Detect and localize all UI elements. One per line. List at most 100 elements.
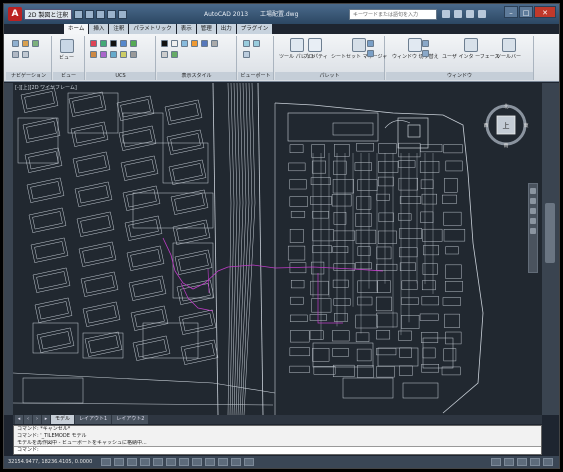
help-icon[interactable]: [478, 10, 486, 18]
new-file-icon[interactable]: [74, 9, 84, 19]
cad-line: [401, 280, 418, 290]
star-icon[interactable]: [466, 10, 474, 18]
tile-horizontal-icon[interactable]: [422, 40, 429, 47]
ucs-icon[interactable]: [90, 40, 97, 47]
viewport-named-icon[interactable]: [243, 51, 250, 58]
showmotion-icon[interactable]: [22, 51, 29, 58]
cad-line: [289, 179, 307, 190]
tile-vertical-icon[interactable]: [422, 50, 429, 57]
ducs-toggle[interactable]: [192, 458, 203, 466]
user-interface-button[interactable]: ユーザ インタ ーフェース: [442, 38, 500, 60]
binoculars-icon[interactable]: [442, 10, 450, 18]
search-input[interactable]: キーワードまたは語句を入力: [349, 9, 437, 20]
realistic-icon[interactable]: [191, 40, 198, 47]
osnap-toggle[interactable]: [166, 458, 177, 466]
wireframe-icon[interactable]: [171, 40, 178, 47]
sheet-set-manager-button[interactable]: シートセット マネージャ: [331, 38, 387, 60]
pan-icon[interactable]: [12, 40, 19, 47]
viewport-controls-label[interactable]: [-][上][2D ワイヤフレーム]: [15, 84, 77, 91]
close-button[interactable]: ✕: [534, 6, 556, 18]
properties-button[interactable]: プロパティ: [303, 38, 328, 60]
application-menu-button[interactable]: A: [8, 7, 22, 21]
workspace-switch-icon[interactable]: [517, 458, 527, 466]
showmotion-tool-icon[interactable]: [530, 228, 536, 234]
ucs-view-icon[interactable]: [110, 51, 117, 58]
ucs-named-icon[interactable]: [130, 51, 137, 58]
ucs-x-icon[interactable]: [120, 40, 127, 47]
save-icon[interactable]: [96, 9, 106, 19]
infer-constraints-toggle[interactable]: [101, 458, 112, 466]
open-file-icon[interactable]: [85, 9, 95, 19]
toolbars-button[interactable]: ツールバー: [496, 38, 521, 60]
layout-tabs: ◂ ‹ › ▸ モデル レイアウト1 レイアウト2: [13, 415, 542, 424]
tab-next-icon[interactable]: ›: [33, 415, 41, 424]
annotation-scale-icon[interactable]: [504, 458, 514, 466]
steering-wheel-icon[interactable]: [12, 51, 19, 58]
conceptual-icon[interactable]: [201, 40, 208, 47]
user-icon[interactable]: [454, 10, 462, 18]
cad-line: [26, 177, 65, 203]
ucs-z-icon[interactable]: [90, 51, 97, 58]
layout-tab-0[interactable]: モデル: [51, 415, 75, 424]
tab-7[interactable]: プラグイン: [236, 24, 273, 34]
lock-icon[interactable]: [530, 458, 540, 466]
tab-0[interactable]: ホーム: [64, 24, 89, 34]
switch-window-button[interactable]: ウィンドウ 切り替え: [392, 38, 439, 60]
drawing-canvas[interactable]: [-][上][2D ワイヤフレーム] 上 北 南 東 西: [13, 83, 542, 415]
viewport-join-icon[interactable]: [253, 40, 260, 47]
tab-1[interactable]: 挿入: [89, 24, 109, 34]
workspace-select[interactable]: 2D 製図と注釈: [24, 8, 73, 20]
orbit-tool-icon[interactable]: [530, 218, 536, 224]
ortho-toggle[interactable]: [140, 458, 151, 466]
tab-prev-icon[interactable]: ‹: [24, 415, 32, 424]
ucs-origin-icon[interactable]: [110, 40, 117, 47]
ucs-3point-icon[interactable]: [100, 51, 107, 58]
cad-line: [30, 181, 61, 200]
model-space-toggle[interactable]: [491, 458, 501, 466]
maximize-button[interactable]: □: [519, 6, 533, 18]
minimize-button[interactable]: –: [504, 6, 518, 18]
dyn-toggle[interactable]: [205, 458, 216, 466]
layout-tab-1[interactable]: レイアウト1: [75, 415, 112, 424]
shaded-icon[interactable]: [181, 40, 188, 47]
markup-icon[interactable]: [367, 50, 374, 57]
zoom-extents-icon[interactable]: [530, 208, 536, 214]
ucs-y-icon[interactable]: [130, 40, 137, 47]
command-input[interactable]: コマンド:: [14, 446, 541, 454]
tab-2[interactable]: 注釈: [109, 24, 129, 34]
tab-3[interactable]: パラメトリック: [129, 24, 176, 34]
undo-icon[interactable]: [107, 9, 117, 19]
design-center-icon[interactable]: [367, 40, 374, 47]
xray-icon[interactable]: [211, 40, 218, 47]
lighting-icon[interactable]: [171, 51, 178, 58]
orbit-icon[interactable]: [32, 40, 39, 47]
polar-toggle[interactable]: [153, 458, 164, 466]
pan-tool-icon[interactable]: [530, 198, 536, 204]
grid-toggle[interactable]: [127, 458, 138, 466]
tab-4[interactable]: 表示: [176, 24, 196, 34]
visual-style-icon[interactable]: [161, 40, 168, 47]
transparency-toggle[interactable]: [231, 458, 242, 466]
tab-last-icon[interactable]: ▸: [42, 415, 50, 424]
vertical-scroll-thumb[interactable]: [545, 203, 555, 263]
clean-screen-icon[interactable]: [543, 458, 553, 466]
edges-icon[interactable]: [161, 51, 168, 58]
redo-icon[interactable]: [118, 9, 128, 19]
ucs-world-icon[interactable]: [100, 40, 107, 47]
zoom-icon[interactable]: [22, 40, 29, 47]
cad-line: [377, 230, 397, 244]
tab-6[interactable]: 出力: [216, 24, 236, 34]
viewcube[interactable]: 上 北 南 東 西: [483, 102, 529, 148]
layout-tab-2[interactable]: レイアウト2: [112, 415, 149, 424]
quick-properties-toggle[interactable]: [244, 458, 255, 466]
full-navigation-wheel-icon[interactable]: [530, 188, 536, 194]
snap-toggle[interactable]: [114, 458, 125, 466]
cad-line: [444, 313, 460, 328]
tab-first-icon[interactable]: ◂: [15, 415, 23, 424]
ucs-object-icon[interactable]: [120, 51, 127, 58]
view-manager-button[interactable]: ビュー: [59, 39, 74, 61]
tab-5[interactable]: 管理: [196, 24, 216, 34]
otrack-toggle[interactable]: [179, 458, 190, 466]
viewport-config-icon[interactable]: [243, 40, 250, 47]
lineweight-toggle[interactable]: [218, 458, 229, 466]
